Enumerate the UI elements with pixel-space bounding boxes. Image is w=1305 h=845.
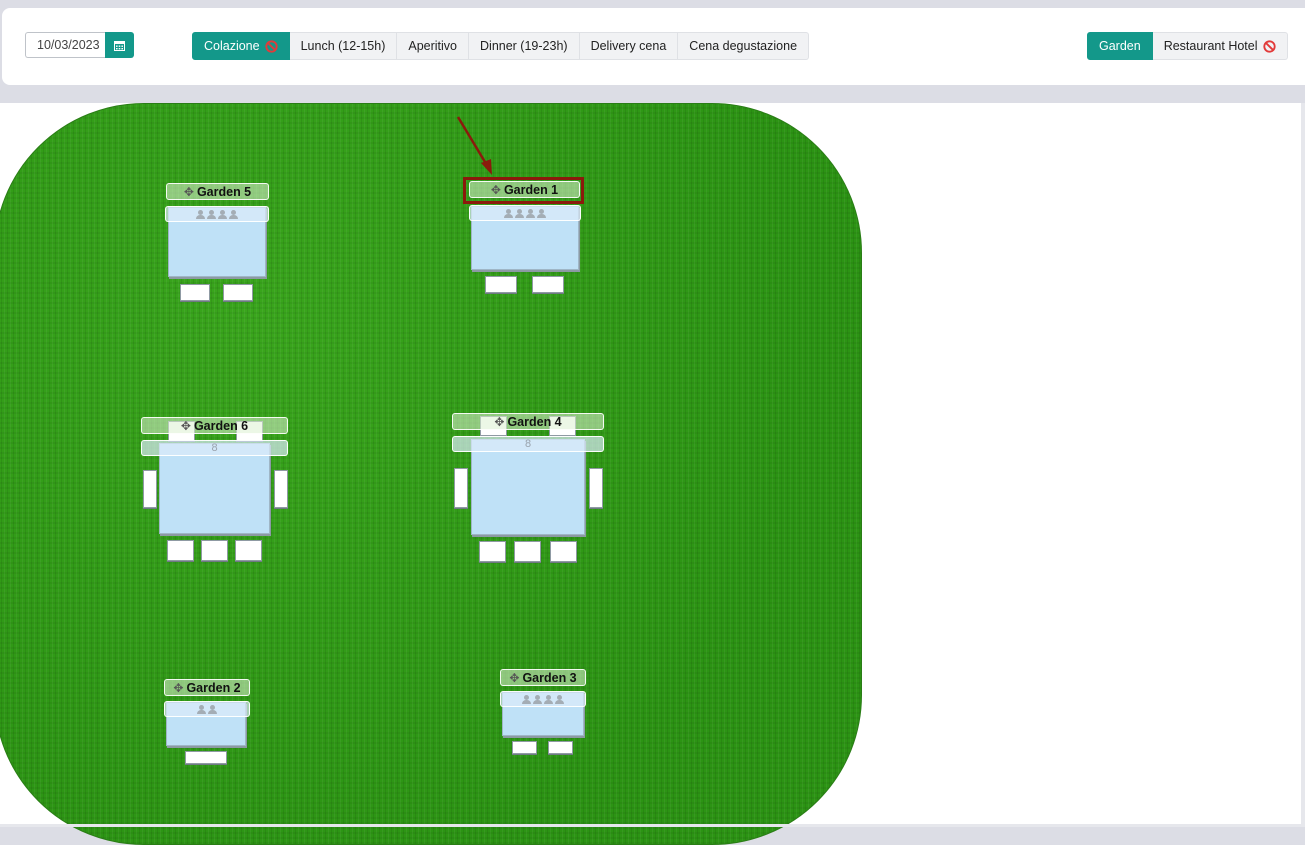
people-icons <box>196 209 238 219</box>
table-name: Garden 1 <box>503 182 559 197</box>
table-name: Garden 5 <box>196 184 252 199</box>
person-icon <box>526 208 535 218</box>
people-icons <box>522 694 564 704</box>
table-garden-6[interactable] <box>159 443 270 534</box>
person-icon <box>218 209 227 219</box>
chair <box>548 741 573 754</box>
chair <box>180 284 210 301</box>
chair <box>512 741 537 754</box>
person-icon <box>533 694 542 704</box>
toolbar: 10/03/2023 Colazione Lunch (12-15h) Aper… <box>2 8 1305 85</box>
chair <box>167 540 194 561</box>
person-icon <box>537 208 546 218</box>
table-label-garden-3[interactable]: ✥ Garden 3 <box>500 669 586 686</box>
table-label-garden-6[interactable]: ✥ Garden 6 <box>141 417 288 434</box>
service-tabs: Colazione Lunch (12-15h) Aperitivo Dinne… <box>192 32 810 60</box>
person-icon <box>515 208 524 218</box>
chair <box>485 276 517 293</box>
chair <box>143 470 157 508</box>
date-picker[interactable]: 10/03/2023 <box>25 32 134 58</box>
tab-garden[interactable]: Garden <box>1087 32 1153 60</box>
people-icons <box>504 208 546 218</box>
person-icon <box>207 209 216 219</box>
table-name: Garden 6 <box>193 418 249 433</box>
tab-cena-degustazione[interactable]: Cena degustazione <box>678 32 810 60</box>
table-label-garden-1[interactable]: ✥ Garden 1 <box>469 181 580 198</box>
table-label-garden-2[interactable]: ✥ Garden 2 <box>164 679 250 696</box>
covers-bar: 8 <box>141 440 288 456</box>
chair <box>479 541 506 562</box>
chair <box>235 540 262 561</box>
people-icons <box>197 704 217 714</box>
chair <box>589 468 603 508</box>
tab-label: Colazione <box>204 39 260 53</box>
room-tabs: Garden Restaurant Hotel <box>1087 32 1288 60</box>
chair <box>274 470 288 508</box>
person-icon <box>229 209 238 219</box>
scrollbar-track[interactable] <box>1301 103 1305 827</box>
covers-count: 8 <box>211 442 218 454</box>
calendar-icon <box>114 40 125 51</box>
chair <box>532 276 564 293</box>
covers-bar <box>164 701 250 717</box>
move-icon[interactable]: ✥ <box>181 419 191 433</box>
tab-colazione[interactable]: Colazione <box>192 32 290 60</box>
covers-bar: 8 <box>452 436 604 452</box>
chair <box>550 541 577 562</box>
person-icon <box>208 704 217 714</box>
tab-lunch[interactable]: Lunch (12-15h) <box>289 32 398 60</box>
chair <box>201 540 228 561</box>
calendar-button[interactable] <box>105 32 134 58</box>
blocked-icon <box>264 39 278 53</box>
tab-label: Garden <box>1099 39 1141 53</box>
garden-lawn <box>0 103 862 845</box>
date-input[interactable]: 10/03/2023 <box>25 32 105 58</box>
person-icon <box>555 694 564 704</box>
tab-label: Lunch (12-15h) <box>300 39 386 53</box>
annotation-arrow-icon <box>456 116 492 175</box>
move-icon[interactable]: ✥ <box>184 185 194 199</box>
chair <box>454 468 468 508</box>
table-label-garden-4[interactable]: ✥ Garden 4 <box>452 413 604 430</box>
move-icon[interactable]: ✥ <box>509 671 519 685</box>
tab-label: Dinner (19-23h) <box>480 39 568 53</box>
blocked-icon <box>1262 39 1276 53</box>
covers-bar <box>469 205 581 221</box>
person-icon <box>544 694 553 704</box>
table-name: Garden 3 <box>522 670 577 685</box>
tab-label: Aperitivo <box>408 39 458 53</box>
covers-bar <box>165 206 269 222</box>
person-icon <box>196 209 205 219</box>
tab-label: Restaurant Hotel <box>1163 39 1258 53</box>
person-icon <box>522 694 531 704</box>
tab-label: Delivery cena <box>590 39 667 53</box>
move-icon[interactable]: ✥ <box>491 183 501 197</box>
chair <box>185 751 227 764</box>
covers-bar <box>500 691 586 707</box>
table-label-garden-5[interactable]: ✥ Garden 5 <box>166 183 269 200</box>
table-name: Garden 2 <box>186 680 241 695</box>
person-icon <box>504 208 513 218</box>
table-garden-4[interactable] <box>471 439 585 535</box>
chair <box>223 284 253 301</box>
person-icon <box>197 704 206 714</box>
table-name: Garden 4 <box>507 414 562 429</box>
tab-label: Cena degustazione <box>689 39 798 53</box>
tab-restaurant-hotel[interactable]: Restaurant Hotel <box>1152 32 1288 60</box>
move-icon[interactable]: ✥ <box>173 681 183 695</box>
covers-count: 8 <box>524 438 532 450</box>
tab-dinner[interactable]: Dinner (19-23h) <box>469 32 580 60</box>
chair <box>514 541 541 562</box>
tab-aperitivo[interactable]: Aperitivo <box>397 32 470 60</box>
move-icon[interactable]: ✥ <box>494 415 504 429</box>
tab-delivery-cena[interactable]: Delivery cena <box>579 32 679 60</box>
floor-plan-area: ✥ Garden 5 ✥ Garden 1 ✥ Garden 6 8 ✥ Gar… <box>0 103 1301 845</box>
